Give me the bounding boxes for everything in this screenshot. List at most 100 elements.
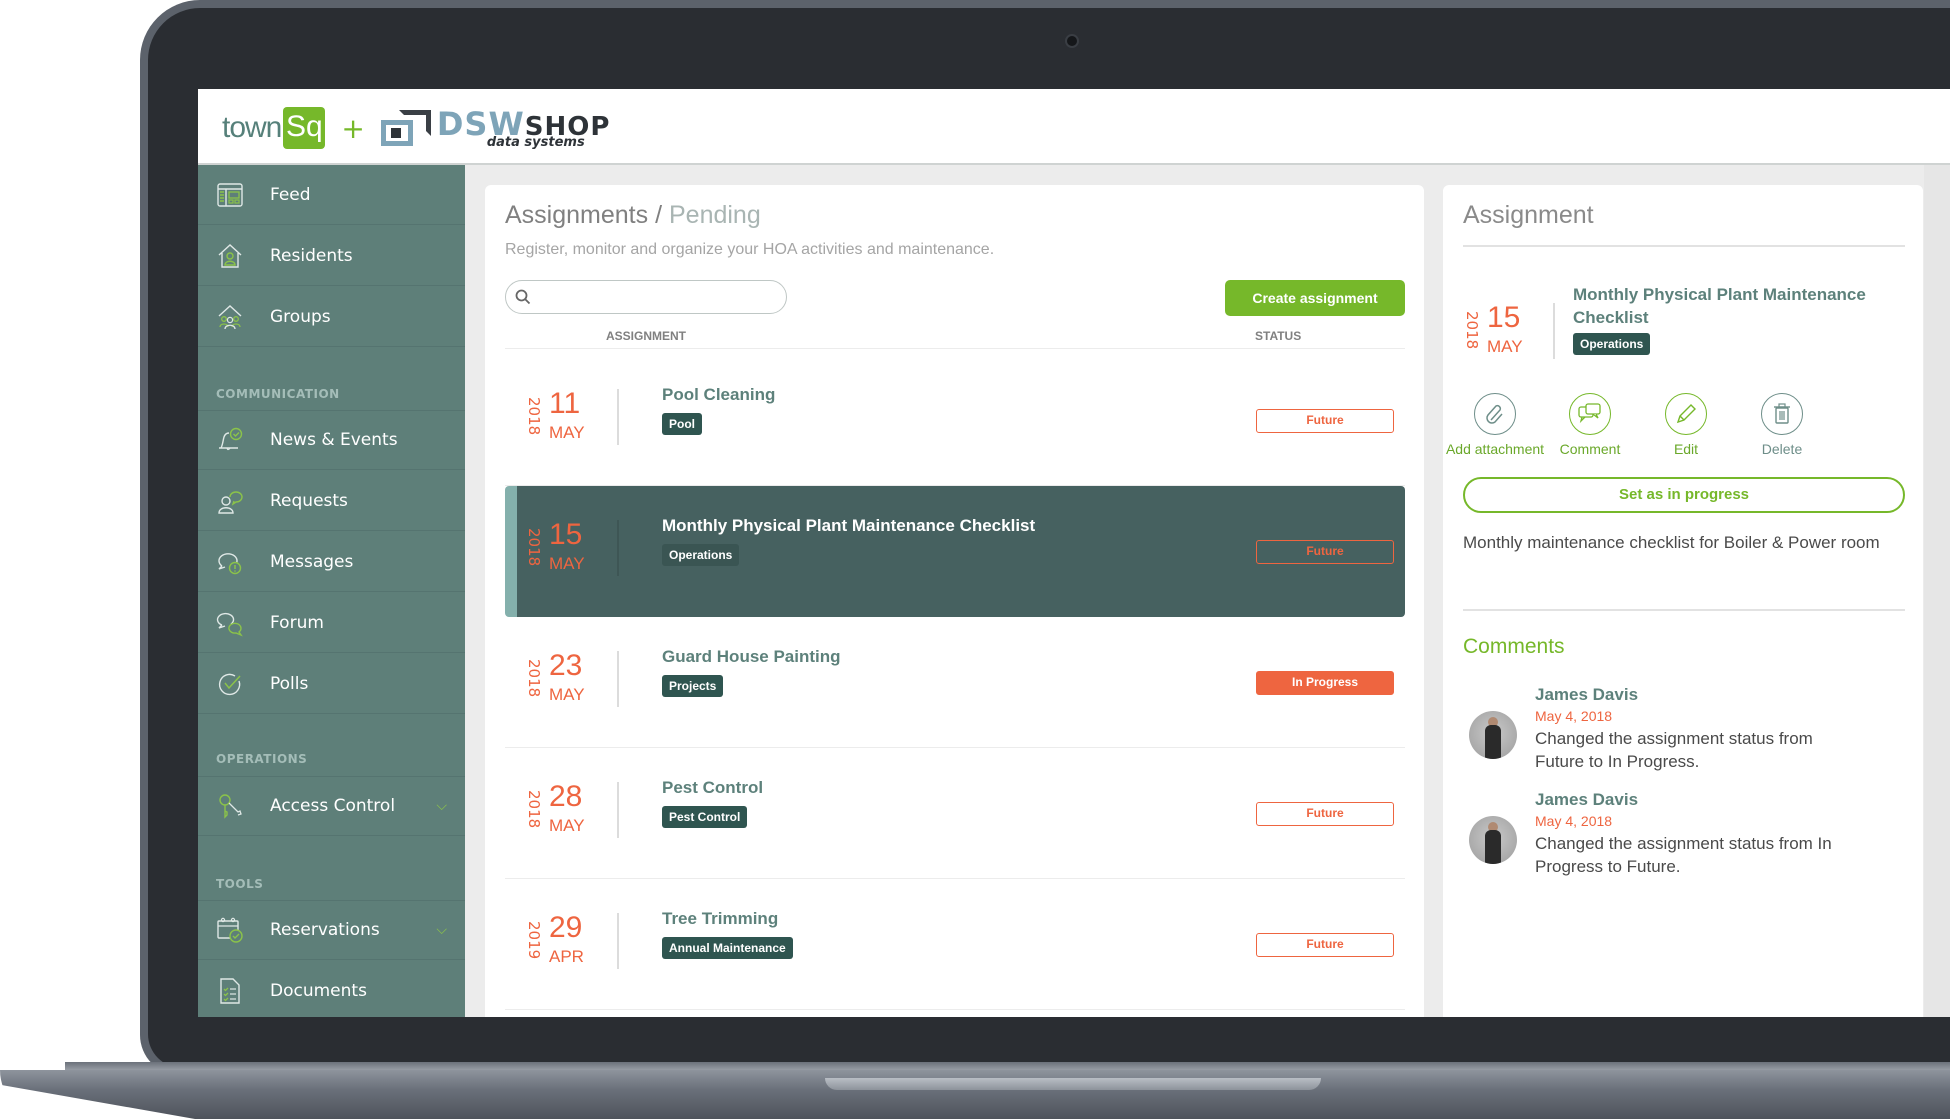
sidebar-item-label: Residents [270,245,353,266]
action-label: Delete [1761,441,1803,457]
sidebar-item-label: Requests [270,490,348,511]
sidebar-item-groups[interactable]: Groups [198,287,465,347]
assignment-name[interactable]: Guard House Painting [662,647,841,667]
date-day: 15 [1487,301,1521,334]
sidebar-item-label: Polls [270,673,309,694]
detail-category-tag: Operations [1573,333,1651,355]
date-separator [617,913,619,969]
scrollbar[interactable] [1924,165,1950,1017]
sidebar-item-messages[interactable]: Messages [198,532,465,592]
assignment-detail-panel: Assignment 2018 15 MAY Monthly Physical … [1443,185,1923,1017]
sidebar-item-label: Reservations [270,920,380,940]
date-month: MAY [1487,337,1523,356]
category-tag: Pest Control [662,806,748,828]
brand-logo[interactable]: town Sq + DSWSHOP data systems [222,103,610,153]
sidebar-item-documents[interactable]: Documents [198,961,465,1017]
date-year: 2018 [1463,311,1481,350]
comment-text: Changed the assignment status from In Pr… [1535,834,1832,876]
date-separator [617,389,619,445]
create-assignment-button[interactable]: Create assignment [1225,280,1405,316]
comment-author[interactable]: James Davis [1535,790,1638,810]
comment-author[interactable]: James Davis [1535,685,1638,705]
assignment-description: Monthly maintenance checklist for Boiler… [1463,533,1880,552]
residents-house-icon [218,243,242,268]
page-subtitle: Register, monitor and organize your HOA … [505,241,995,258]
status-badge: Future [1256,540,1394,564]
category-tag: Operations [662,544,740,566]
sidebar-item-label: Documents [270,980,367,1001]
assignment-row[interactable]: 2018 15 MAY Monthly Physical Plant Maintena… [505,486,1405,617]
page-title-main: Assignments [505,201,649,229]
assignment-row[interactable]: 2018 11 MAY Pool Cleaning Pool Future [505,355,1405,486]
search-icon [515,289,531,305]
column-header-status: STATUS [1255,329,1302,343]
divider [1463,245,1905,247]
date-separator [1553,303,1555,359]
section-tools: TOOLS [216,877,264,891]
sidebar-item-feed[interactable]: Feed [198,165,465,225]
detail-date: 2018 15 MAY [1455,301,1565,363]
document-checklist-icon [220,977,240,1004]
comment-item: James Davis May 4, 2018 Changed the assi… [1463,790,1905,890]
comment-item: James Davis May 4, 2018 Changed the assi… [1463,685,1905,785]
page-title-sub: Pending [668,201,761,229]
logo-plus: + [341,111,365,145]
sidebar-item-residents[interactable]: Residents [198,226,465,286]
date-day: 15 [549,518,583,551]
calendar-check-icon [217,917,243,943]
assignment-row[interactable]: 2018 23 MAY Guard House Painting Projects In … [505,617,1405,748]
date-day: 11 [549,387,581,420]
logo-town-text: town [222,111,282,144]
detail-title: Assignment [1463,201,1594,229]
comment-bubbles-icon [1578,403,1601,424]
status-badge: In Progress [1256,671,1394,695]
search-input[interactable] [505,280,787,314]
sidebar-item-news-events[interactable]: News & Events [198,410,465,470]
feed-icon [217,182,243,207]
date-year: 2018 [525,790,543,829]
comments-heading: Comments [1463,635,1565,658]
date-year: 2018 [525,397,543,436]
avatar [1469,816,1517,864]
assignment-date: 2018 23 MAY [517,649,627,711]
message-alert-icon [218,552,242,574]
category-tag: Projects [662,675,724,697]
paperclip-icon [1486,404,1503,424]
assignment-name[interactable]: Pest Control [662,778,763,798]
avatar [1469,711,1517,759]
sidebar: Feed Residents Groups COMMUNICATION News… [198,165,465,1017]
sidebar-item-requests[interactable]: Requests [198,471,465,531]
assignments-panel: Assignments / Pending Register, monitor … [485,185,1424,1017]
column-header-assignment: ASSIGNMENT [606,329,687,343]
assignment-row[interactable]: 2018 28 MAY Pest Control Pest Control Future [505,748,1405,879]
divider [1463,609,1905,611]
assignment-row[interactable]: 2019 29 APR Tree Trimming Annual Maintenance… [505,879,1405,1010]
chevron-down-icon[interactable]: ⌵ [436,798,447,814]
assignment-name[interactable]: Monthly Physical Plant Maintenance Check… [662,516,1035,536]
date-year: 2018 [525,659,543,698]
partner-logo-mark-icon [380,108,433,148]
partner-logo-tagline: data systems [486,134,585,150]
assignment-name[interactable]: Tree Trimming [662,909,778,929]
assignment-name[interactable]: Pool Cleaning [662,385,775,405]
status-badge: Future [1256,409,1394,433]
sidebar-item-forum[interactable]: Forum [198,593,465,653]
sidebar-item-label: Forum [270,612,324,633]
set-in-progress-button[interactable]: Set as in progress [1463,477,1905,513]
partner-logo: DSWSHOP data systems [437,108,611,149]
section-communication: COMMUNICATION [216,387,340,401]
assignment-date: 2018 11 MAY [517,387,627,449]
category-tag: Pool [662,413,702,435]
section-operations: OPERATIONS [216,752,308,766]
top-header: town Sq + DSWSHOP data systems [198,89,1950,165]
sidebar-item-polls[interactable]: Polls [198,654,465,714]
delete-button[interactable]: Delete [1722,393,1842,457]
chevron-down-icon[interactable]: ⌵ [436,922,447,938]
logo-sq-badge: Sq [283,107,326,149]
sidebar-item-reservations[interactable]: Reservations ⌵ [198,900,465,960]
status-badge: Future [1256,933,1394,957]
title-separator: / [655,201,663,229]
forum-bubbles-icon [216,612,243,636]
sidebar-item-access-control[interactable]: Access Control ⌵ [198,776,465,836]
sidebar-item-label: Messages [270,551,354,572]
